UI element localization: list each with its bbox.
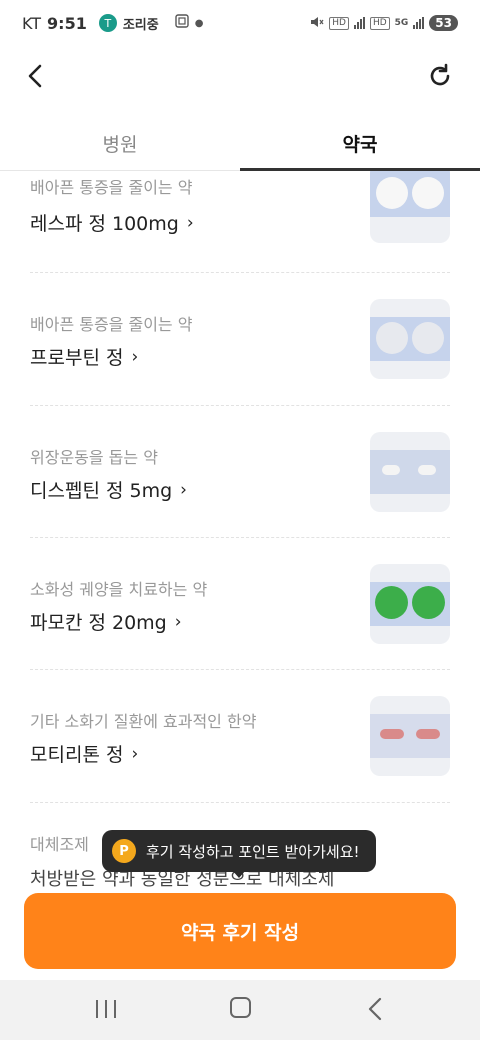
- medicine-item[interactable]: 배아픈 통증을 줄이는 약 레스파 정 100mg ›: [30, 171, 450, 301]
- tooltip-text: 후기 작성하고 포인트 받아가세요!: [146, 842, 360, 861]
- back-icon[interactable]: [366, 996, 384, 1022]
- mute-icon: [310, 15, 324, 32]
- medicine-name-link[interactable]: 파모칸 정 20mg ›: [30, 608, 182, 635]
- medicine-description: 위장운동을 돕는 약: [30, 448, 158, 467]
- recent-apps-icon[interactable]: [96, 1000, 116, 1018]
- system-nav-bar: [0, 980, 480, 1040]
- pill-image: [370, 432, 450, 512]
- medicine-description: 소화성 궤양을 치료하는 약: [30, 580, 208, 599]
- item-divider: [30, 537, 450, 538]
- pill-image: [370, 564, 450, 644]
- medicine-name-link[interactable]: 모티리톤 정 ›: [30, 740, 138, 767]
- medicine-name-link[interactable]: 디스펩틴 정 5mg ›: [30, 476, 187, 503]
- medicine-item[interactable]: 배아픈 통증을 줄이는 약 프로부틴 정 ›: [30, 299, 450, 431]
- medicine-name: 프로부틴 정: [30, 347, 124, 369]
- home-icon[interactable]: [230, 997, 251, 1018]
- chevron-right-icon: ›: [131, 346, 139, 367]
- signal-icon-2: [413, 17, 425, 29]
- chevron-right-icon: ›: [180, 479, 187, 500]
- medicine-description: 기타 소화기 질환에 효과적인 한약: [30, 712, 257, 731]
- tab-hospital[interactable]: 병원: [0, 116, 240, 170]
- network-label: 5G: [394, 18, 409, 28]
- chevron-right-icon: ›: [186, 212, 194, 233]
- battery-indicator: 53: [429, 15, 458, 31]
- hd-badge-1: HD: [329, 16, 349, 30]
- medicine-list: 배아픈 통증을 줄이는 약 레스파 정 100mg › 배아픈 통증을 줄이는 …: [0, 171, 480, 891]
- signal-icon-1: [353, 17, 365, 29]
- item-divider: [30, 272, 450, 273]
- pill-image: [370, 696, 450, 776]
- tooltip-tail: [232, 870, 246, 878]
- hd-badge-2: HD: [369, 16, 390, 30]
- medicine-description: 배아픈 통증을 줄이는 약: [30, 178, 193, 197]
- medicine-item[interactable]: 소화성 궤양을 치료하는 약 파모칸 정 20mg ›: [30, 564, 450, 696]
- refresh-icon: [430, 63, 450, 86]
- app-header: [0, 46, 480, 106]
- medicine-name-link[interactable]: 프로부틴 정 ›: [30, 343, 138, 370]
- tab-pharmacy[interactable]: 약국: [240, 116, 480, 171]
- chevron-right-icon: ›: [131, 743, 139, 764]
- pill-image: [370, 171, 450, 243]
- chevron-left-icon: [28, 64, 42, 88]
- status-time: 9:51: [47, 13, 87, 33]
- tab-bar: 병원 약국: [0, 116, 480, 171]
- write-pharmacy-review-button[interactable]: 약국 후기 작성: [24, 893, 456, 969]
- item-divider: [30, 405, 450, 406]
- medicine-description: 배아픈 통증을 줄이는 약: [30, 315, 193, 334]
- medicine-item[interactable]: 위장운동을 돕는 약 디스펩틴 정 5mg ›: [30, 432, 450, 564]
- substitution-section-title: 대체조제: [30, 835, 89, 854]
- point-icon: P: [112, 839, 136, 863]
- status-bar: KT 9:51 T 조리중 ● HD HD 5G 53: [0, 0, 480, 46]
- chevron-right-icon: ›: [174, 611, 182, 632]
- points-tooltip: P 후기 작성하고 포인트 받아가세요!: [102, 830, 376, 872]
- item-divider: [30, 802, 450, 803]
- medicine-name: 파모칸 정 20mg: [30, 612, 167, 634]
- screenshot-icon: [175, 14, 189, 32]
- back-button[interactable]: [24, 62, 50, 90]
- medicine-name-link[interactable]: 레스파 정 100mg ›: [30, 209, 194, 236]
- carrier-label: KT: [22, 13, 42, 33]
- medicine-name: 모티리톤 정: [30, 744, 124, 766]
- status-app-label: 조리중: [122, 17, 159, 33]
- medicine-item[interactable]: 기타 소화기 질환에 효과적인 한약 모티리톤 정 ›: [30, 696, 450, 828]
- medicine-name: 디스펩틴 정 5mg: [30, 480, 173, 502]
- app-badge-icon: T: [98, 14, 117, 32]
- notification-dot-icon: ●: [194, 17, 204, 29]
- item-divider: [30, 669, 450, 670]
- medicine-name: 레스파 정 100mg: [30, 213, 179, 235]
- pill-image: [370, 299, 450, 379]
- refresh-button[interactable]: [426, 62, 454, 90]
